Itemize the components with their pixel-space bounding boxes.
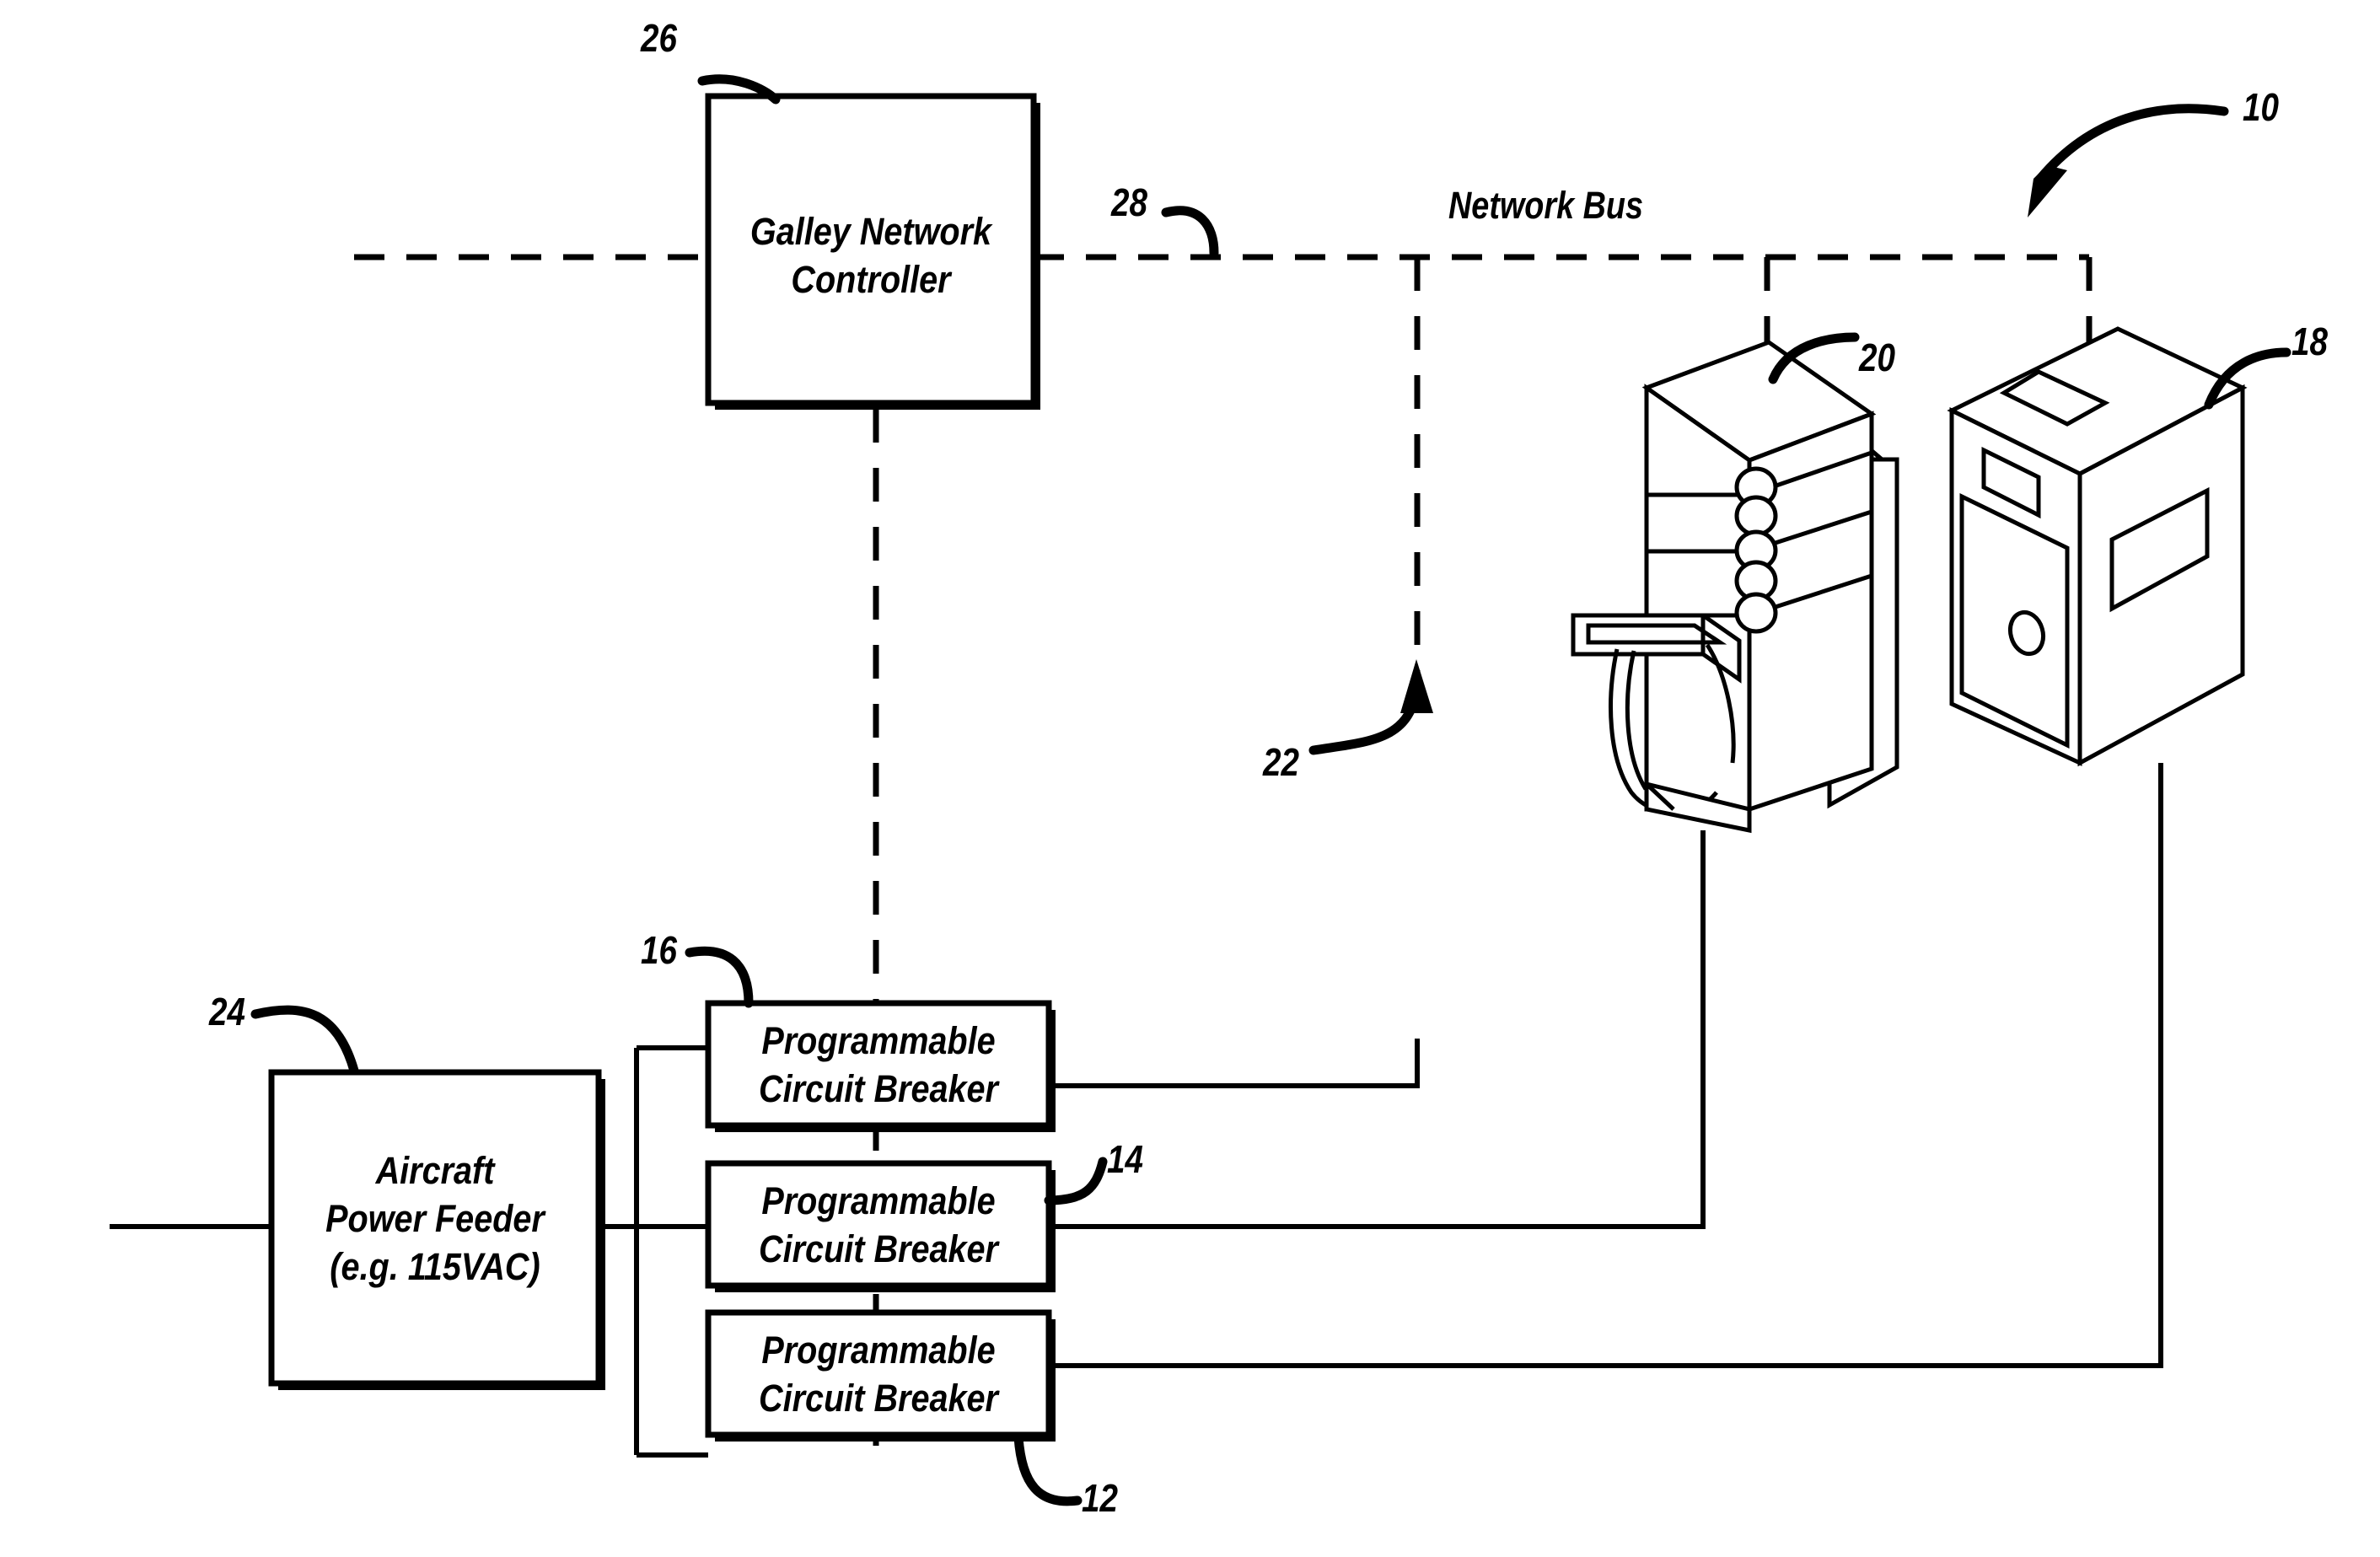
breaker-bottom-output-line bbox=[1056, 763, 2163, 1368]
aircraft-power-feeder-label: Aircraft Power Feeder (e.g. 115VAC) bbox=[291, 1146, 578, 1291]
breaker-bottom-line-2: Circuit Breaker bbox=[759, 1377, 998, 1420]
breaker-bottom-label: Programmable Circuit Breaker bbox=[728, 1326, 1029, 1422]
feeder-line-1: Aircraft bbox=[375, 1149, 495, 1192]
breaker-top-line-2: Circuit Breaker bbox=[759, 1067, 998, 1110]
ref-leader-24 bbox=[250, 1005, 359, 1076]
ref-number-12: 12 bbox=[1082, 1476, 1118, 1520]
coffee-maker-button-5 bbox=[1734, 592, 1778, 634]
coffee-maker-device[interactable] bbox=[1571, 332, 1899, 834]
oven-device[interactable] bbox=[1947, 326, 2291, 767]
coffee-maker-button-2 bbox=[1734, 495, 1778, 537]
ref-number-10: 10 bbox=[2243, 85, 2279, 129]
arrow-10-head bbox=[2028, 165, 2067, 217]
ref-number-24: 24 bbox=[209, 990, 245, 1034]
diagram-canvas bbox=[110, 74, 2291, 1506]
ref-number-16: 16 bbox=[641, 928, 677, 972]
oven-left-face bbox=[1949, 406, 2082, 766]
ref-leader-16 bbox=[685, 946, 754, 1008]
gnc-line-2: Controller bbox=[791, 258, 951, 301]
feeder-line-2: Power Feeder bbox=[325, 1197, 545, 1240]
breaker-middle-line-2: Circuit Breaker bbox=[759, 1227, 998, 1270]
patent-figure: Galley Network Controller 26 28 Network … bbox=[0, 0, 2380, 1557]
network-bus-label: Network Bus bbox=[1448, 184, 1644, 227]
ref-leader-10 bbox=[2028, 104, 2229, 217]
ref-number-14: 14 bbox=[1107, 1137, 1143, 1181]
ref-number-28: 28 bbox=[1111, 180, 1147, 224]
feeder-line-3: (e.g. 115VAC) bbox=[330, 1245, 540, 1288]
breaker-top-line-1: Programmable bbox=[761, 1019, 996, 1062]
ref-number-22: 22 bbox=[1263, 740, 1299, 784]
breaker-top-output-line bbox=[1056, 1039, 1420, 1088]
breaker-middle-line-1: Programmable bbox=[761, 1179, 996, 1222]
ref-leader-14 bbox=[1044, 1157, 1108, 1205]
arrow-22-head bbox=[1400, 659, 1433, 713]
gnc-line-1: Galley Network bbox=[749, 210, 992, 253]
breaker-middle-label: Programmable Circuit Breaker bbox=[728, 1177, 1029, 1273]
ref-number-20: 20 bbox=[1859, 336, 1895, 379]
ref-number-18: 18 bbox=[2291, 319, 2328, 363]
breaker-top-label: Programmable Circuit Breaker bbox=[728, 1017, 1029, 1113]
galley-network-controller-label: Galley Network Controller bbox=[728, 207, 1014, 303]
breaker-middle-output-line bbox=[1056, 830, 1706, 1229]
ref-leader-12 bbox=[1013, 1432, 1083, 1506]
ref-leader-28 bbox=[1161, 206, 1219, 258]
ref-number-26: 26 bbox=[641, 16, 677, 60]
breaker-bottom-line-1: Programmable bbox=[761, 1329, 996, 1372]
ref-leader-22 bbox=[1308, 659, 1433, 755]
